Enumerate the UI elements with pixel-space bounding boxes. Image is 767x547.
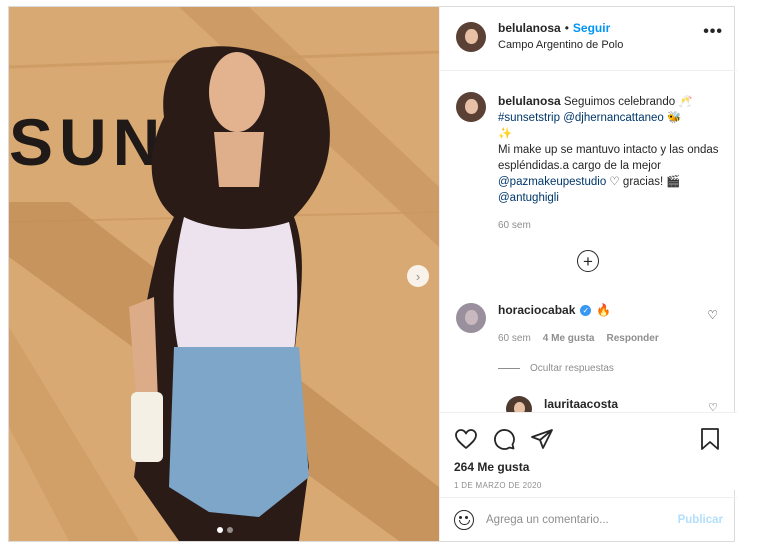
comment-input[interactable] [486, 510, 666, 530]
mention-link-2[interactable]: @pazmakeupestudio [498, 176, 606, 188]
carousel-dot [227, 527, 233, 533]
like-heart-icon[interactable] [454, 427, 478, 451]
comment-username[interactable]: horaciocabak [498, 303, 575, 317]
caption-username[interactable]: belulanosa [498, 94, 561, 108]
share-direct-icon[interactable] [530, 427, 554, 451]
post-date[interactable]: 1 DE MARZO DE 2020 [454, 481, 542, 490]
follow-button[interactable]: Seguir [573, 21, 610, 35]
publish-button[interactable]: Publicar [678, 514, 723, 526]
emoji-glasses: 🥂 [678, 96, 693, 108]
commenter-avatar[interactable] [456, 303, 486, 333]
emoji-sparkle: ✨ [498, 128, 513, 140]
load-more-comments-button[interactable]: + [577, 250, 599, 272]
fire-emoji: 🔥 [596, 303, 612, 317]
reply-username[interactable]: lauritaacosta [544, 397, 618, 411]
likes-count[interactable]: 264 Me gusta [454, 460, 529, 474]
comment-likes[interactable]: 4 Me gusta [543, 333, 595, 344]
comment-bubble-icon[interactable] [492, 427, 516, 451]
post-caption: belulanosa Seguimos celebrando 🥂 #sunset… [498, 93, 723, 206]
comment-timestamp[interactable]: 60 sem [498, 333, 531, 344]
comment-header: horaciocabak ✓ 🔥 [498, 303, 611, 317]
next-photo-button[interactable]: › [407, 265, 429, 287]
caption-timestamp[interactable]: 60 sem [498, 220, 531, 231]
verified-badge-icon: ✓ [580, 304, 592, 316]
instagram-post: SUNSET › belulanosa • Seguir Campo Argen… [8, 6, 737, 542]
chevron-right-icon: › [415, 268, 421, 284]
post-details-panel: belulanosa • Seguir Campo Argentino de P… [439, 7, 737, 541]
caption-text-2: Mi make up se mantuvo intacto y las onda… [498, 144, 719, 172]
comment-meta: 60 sem 4 Me gusta Responder [498, 333, 659, 344]
post-actions: 264 Me gusta 1 DE MARZO DE 2020 [440, 412, 737, 490]
hide-replies-button[interactable]: Ocultar respuestas [498, 363, 614, 374]
reply-button[interactable]: Responder [606, 333, 658, 344]
caption-text-3: gracias! [619, 176, 667, 188]
caption-text-1: Seguimos celebrando [560, 96, 679, 108]
more-options-icon[interactable]: ••• [703, 24, 723, 40]
plus-circle-icon: + [583, 251, 593, 271]
save-bookmark-icon[interactable] [699, 427, 721, 451]
emoji-picker-icon[interactable] [454, 510, 474, 530]
like-comment-icon[interactable]: ♡ [707, 308, 718, 322]
caption-author-avatar[interactable] [456, 92, 486, 122]
carousel-indicator [217, 527, 233, 533]
replies-divider-line [498, 368, 520, 369]
add-comment-bar: Publicar [440, 497, 737, 541]
mention-link-1[interactable]: @djhernancattaneo [563, 112, 664, 124]
heart-outline-icon: ♡ [609, 176, 620, 188]
hide-replies-label: Ocultar respuestas [530, 363, 614, 374]
photo-illustration: SUNSET [9, 7, 439, 541]
hashtag-link[interactable]: #sunsetstrip [498, 112, 560, 124]
post-photo[interactable]: SUNSET › [9, 7, 439, 541]
emoji-clapper: 🎬 [666, 176, 681, 188]
emoji-bee: 🐝 [666, 112, 682, 124]
mention-link-3[interactable]: @antughigli [498, 192, 559, 204]
author-avatar[interactable] [456, 22, 486, 52]
carousel-dot-active [217, 527, 223, 533]
author-username[interactable]: belulanosa [498, 21, 561, 35]
post-header: belulanosa • Seguir Campo Argentino de P… [440, 7, 737, 71]
post-location[interactable]: Campo Argentino de Polo [498, 39, 623, 51]
separator-dot: • [564, 21, 569, 35]
